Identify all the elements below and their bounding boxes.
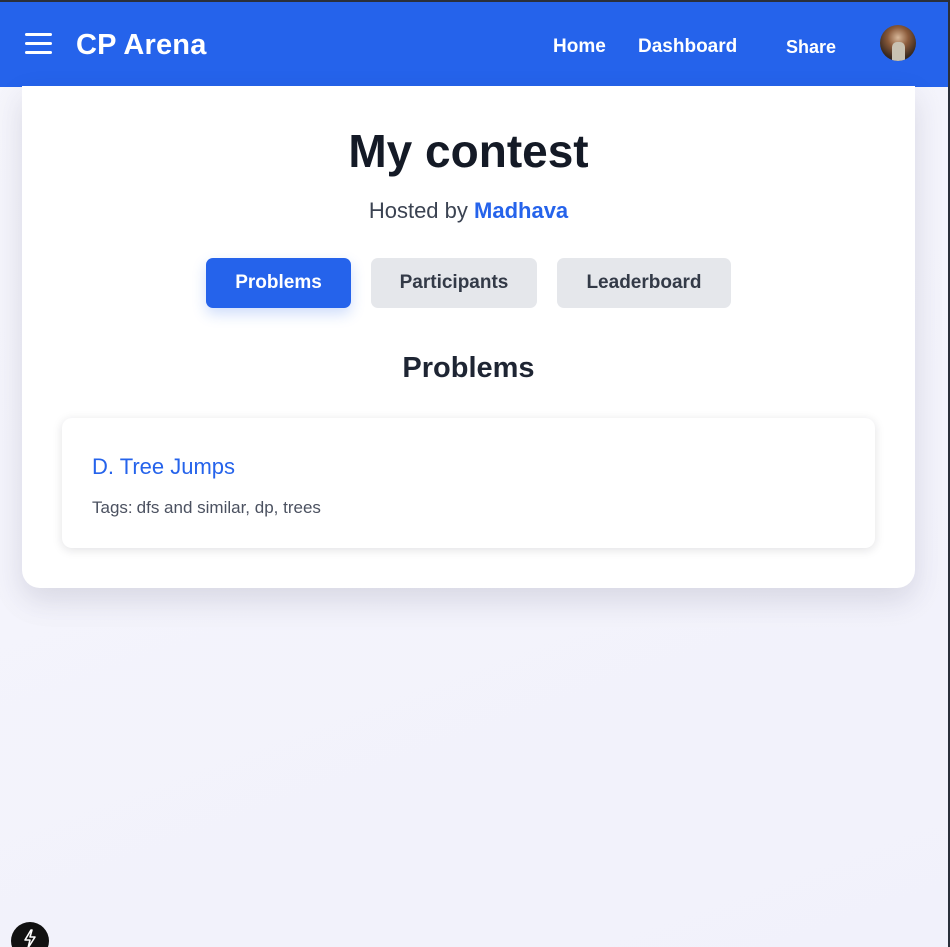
contest-card: My contest Hosted by Madhava Problems Pa… <box>22 86 915 588</box>
hamburger-menu-icon[interactable] <box>25 33 52 55</box>
section-title: Problems <box>402 352 535 384</box>
nav-home-link[interactable]: Home <box>553 36 606 58</box>
tab-leaderboard[interactable]: Leaderboard <box>557 258 731 308</box>
problem-card: D. Tree Jumps Tags: dfs and similar, dp, … <box>62 418 875 548</box>
top-navbar: CP Arena Home Dashboard Share <box>0 0 948 87</box>
problem-title-link[interactable]: D. Tree Jumps <box>92 454 235 480</box>
tab-problems[interactable]: Problems <box>206 258 351 308</box>
brand-logo[interactable]: CP Arena <box>76 29 207 62</box>
hosted-by-line: Hosted by Madhava <box>22 198 915 224</box>
tags-values: dfs and similar, dp, trees <box>136 498 321 517</box>
problem-tags: Tags: dfs and similar, dp, trees <box>92 498 321 518</box>
lightning-bolt-icon[interactable] <box>11 922 49 947</box>
nav-dashboard-link[interactable]: Dashboard <box>638 36 737 58</box>
user-avatar[interactable] <box>880 25 916 61</box>
host-name-link[interactable]: Madhava <box>474 198 568 223</box>
hosted-by-label: Hosted by <box>368 198 468 223</box>
tab-participants[interactable]: Participants <box>371 258 537 308</box>
tags-label: Tags: <box>92 498 133 517</box>
contest-title: My contest <box>348 125 589 177</box>
share-button[interactable]: Share <box>786 37 836 58</box>
